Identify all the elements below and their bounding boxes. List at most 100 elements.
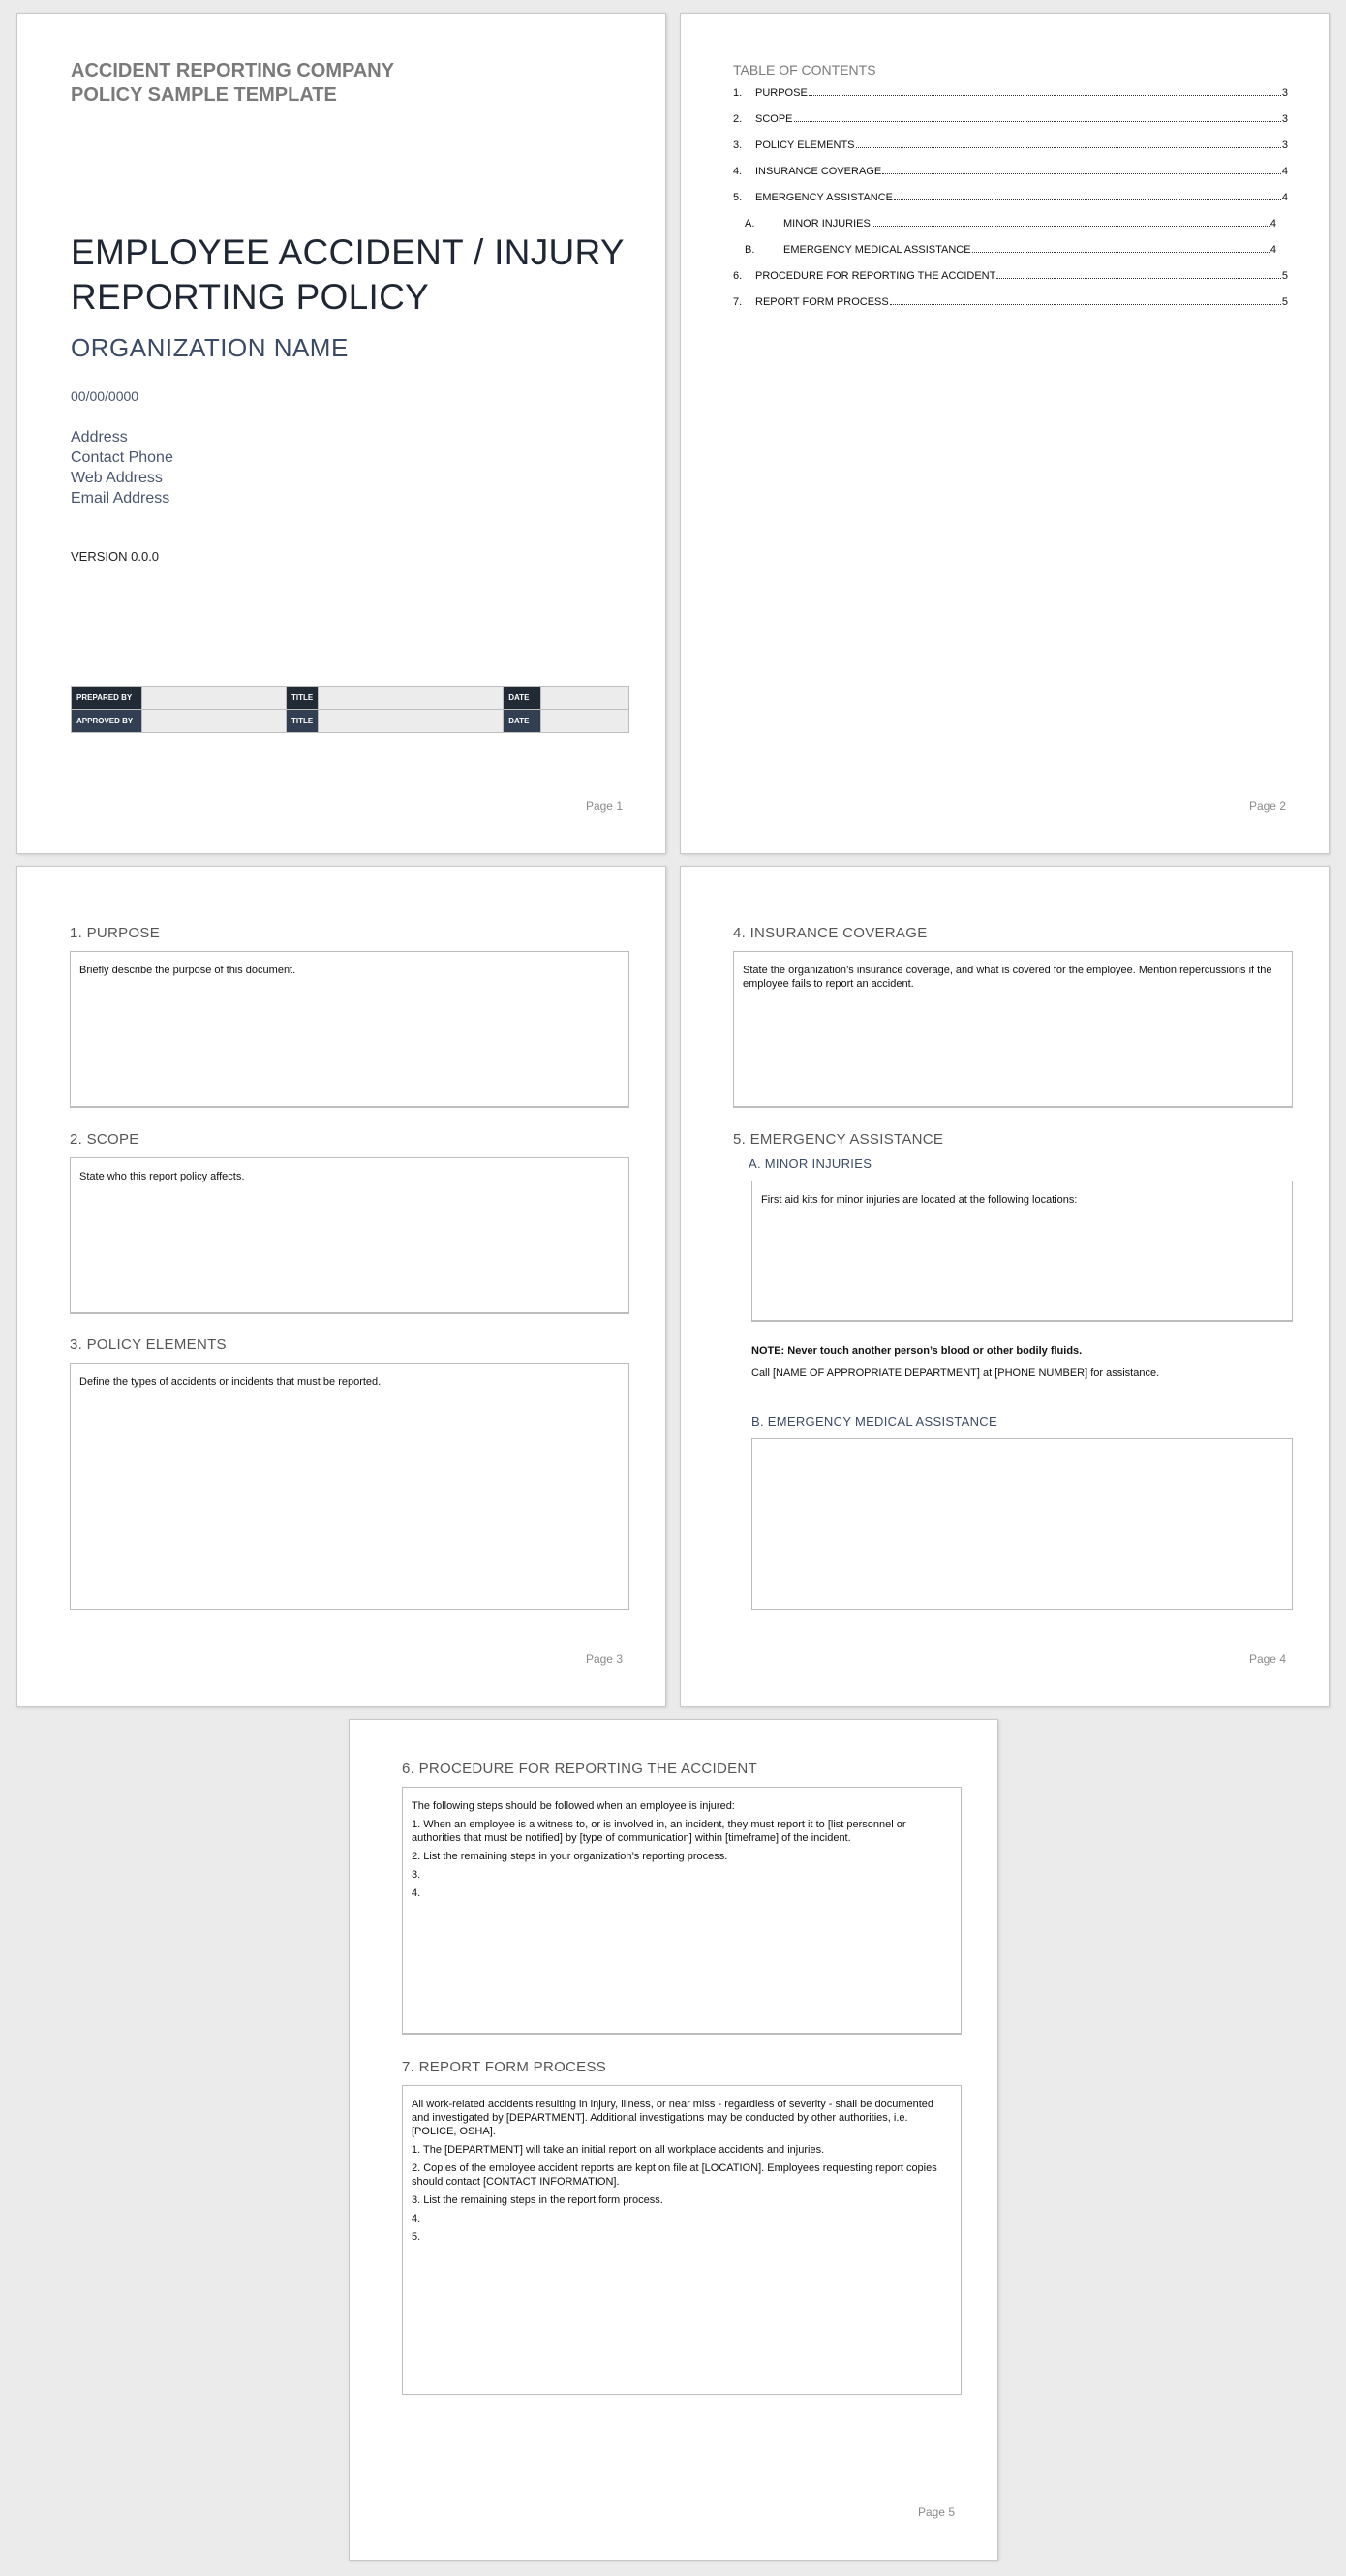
report-form-line: 3. List the remaining steps in the repor… [412, 2194, 663, 2206]
date-label: DATE [503, 709, 542, 733]
toc-entry-number: A. [745, 218, 755, 230]
toc-entry[interactable]: 4. INSURANCE COVERAGE 4 [733, 166, 1288, 192]
date-field[interactable] [540, 709, 629, 733]
page-number: Page 3 [585, 1652, 623, 1666]
title-label: TITLE [285, 709, 320, 733]
page-2-toc: TABLE OF CONTENTS 1. PURPOSE 3 2. SCOPE 3 3. PO… [680, 13, 1330, 854]
toc-entry-page: 4 [1281, 166, 1288, 177]
toc-entry[interactable]: A. MINOR INJURIES 4 [733, 218, 1276, 244]
toc-entry[interactable]: 1. PURPOSE 3 [733, 87, 1288, 113]
toc-entry-number: 5. [733, 192, 743, 203]
toc-entry[interactable]: 6. PROCEDURE FOR REPORTING THE ACCIDENT 5 [733, 270, 1288, 296]
page-3: 1. PURPOSE Briefly describe the purpose … [16, 866, 666, 1707]
page-number: Page 1 [585, 799, 623, 813]
table-row: APPROVED BY TITLE DATE [71, 709, 629, 733]
contact-info: Address Contact Phone Web Address Email … [71, 427, 173, 508]
prepared-by-label: PREPARED BY [71, 686, 142, 710]
section-heading-scope: 2. SCOPE [70, 1131, 139, 1148]
minor-injuries-textbox[interactable]: First aid kits for minor injuries are lo… [751, 1181, 1293, 1322]
report-form-textbox[interactable]: All work-related accidents resulting in … [402, 2085, 962, 2395]
section-heading-insurance: 4. INSURANCE COVERAGE [733, 925, 928, 941]
web-address: Web Address [71, 470, 163, 486]
procedure-line: 2. List the remaining steps in your orga… [412, 1851, 728, 1862]
emergency-medical-textbox[interactable] [751, 1438, 1293, 1610]
purpose-textbox[interactable]: Briefly describe the purpose of this doc… [70, 951, 629, 1108]
document-title-line-2: REPORTING POLICY [71, 277, 430, 317]
toc-entry-number: 6. [733, 270, 743, 282]
insurance-text: State the organization’s insurance cover… [743, 965, 1272, 990]
toc-entry[interactable]: 5. EMERGENCY ASSISTANCE 4 [733, 192, 1288, 218]
template-title-line-2: POLICY SAMPLE TEMPLATE [71, 84, 337, 106]
toc-entry-page: 3 [1281, 87, 1288, 99]
template-title: ACCIDENT REPORTING COMPANY POLICY SAMPLE… [71, 59, 394, 107]
section-heading-procedure: 6. PROCEDURE FOR REPORTING THE ACCIDENT [402, 1761, 758, 1777]
scope-text: State who this report policy affects. [79, 1171, 245, 1182]
section-heading-purpose: 1. PURPOSE [70, 925, 161, 941]
signature-table: PREPARED BY TITLE DATE APPROVED BY TITLE… [71, 686, 629, 733]
template-title-line-1: ACCIDENT REPORTING COMPANY [71, 60, 395, 81]
report-form-line: All work-related accidents resulting in … [412, 2099, 934, 2137]
subheading-minor-injuries: A. MINOR INJURIES [749, 1156, 872, 1171]
toc-entry-number: 2. [733, 113, 743, 125]
minor-injuries-text: First aid kits for minor injuries are lo… [761, 1194, 1078, 1206]
page-number: Page 2 [1248, 799, 1286, 813]
procedure-line: The following steps should be followed w… [412, 1800, 735, 1812]
toc-entry-page: 3 [1281, 139, 1288, 151]
section-heading-policy-elements: 3. POLICY ELEMENTS [70, 1336, 227, 1353]
toc-entry[interactable]: B. EMERGENCY MEDICAL ASSISTANCE 4 [733, 244, 1276, 270]
organization-name: ORGANIZATION NAME [71, 333, 349, 362]
title-field[interactable] [318, 686, 505, 710]
toc-entry-number: 4. [733, 166, 743, 177]
policy-elements-text: Define the types of accidents or inciden… [79, 1376, 382, 1388]
report-form-line: 1. The [DEPARTMENT] will take an initial… [412, 2144, 825, 2156]
email-address: Email Address [71, 490, 170, 506]
procedure-line: 1. When an employee is a witness to, or … [412, 1819, 906, 1844]
report-form-line: 4. [412, 2213, 421, 2224]
date-field[interactable] [540, 686, 629, 710]
page-number: Page 4 [1248, 1652, 1286, 1666]
policy-elements-textbox[interactable]: Define the types of accidents or inciden… [70, 1363, 629, 1610]
date-label: DATE [503, 686, 542, 710]
toc-entry-page: 5 [1281, 296, 1288, 308]
contact-phone: Contact Phone [71, 449, 173, 466]
toc-entry[interactable]: 2. SCOPE 3 [733, 113, 1288, 139]
procedure-textbox[interactable]: The following steps should be followed w… [402, 1787, 962, 2035]
toc-entry-label: PROCEDURE FOR REPORTING THE ACCIDENT [755, 270, 996, 282]
toc-entry-label: INSURANCE COVERAGE [755, 166, 882, 177]
toc-leader-dots [871, 226, 1270, 227]
toc-leader-dots [855, 147, 1281, 148]
insurance-textbox[interactable]: State the organization’s insurance cover… [733, 951, 1293, 1108]
page-5: 6. PROCEDURE FOR REPORTING THE ACCIDENT … [349, 1719, 998, 2561]
title-field[interactable] [318, 709, 505, 733]
toc-entry-label: PURPOSE [755, 87, 808, 99]
approved-by-label: APPROVED BY [71, 709, 142, 733]
toc-leader-dots [996, 278, 1281, 279]
version: VERSION 0.0.0 [71, 549, 160, 564]
toc-leader-dots [889, 304, 1281, 305]
toc-entry[interactable]: 7. REPORT FORM PROCESS 5 [733, 296, 1288, 322]
toc-entry-number: 3. [733, 139, 743, 151]
report-form-line: 2. Copies of the employee accident repor… [412, 2162, 937, 2188]
scope-textbox[interactable]: State who this report policy affects. [70, 1157, 629, 1314]
toc-entry-page: 5 [1281, 270, 1288, 282]
table-of-contents: 1. PURPOSE 3 2. SCOPE 3 3. POLICY ELEMENTS 3 4. IN… [733, 87, 1288, 322]
section-heading-report-form: 7. REPORT FORM PROCESS [402, 2059, 607, 2075]
toc-entry[interactable]: 3. POLICY ELEMENTS 3 [733, 139, 1288, 166]
title-label: TITLE [285, 686, 320, 710]
section-heading-emergency: 5. EMERGENCY ASSISTANCE [733, 1131, 944, 1148]
toc-entry-number: B. [745, 244, 755, 256]
toc-entry-label: MINOR INJURIES [783, 218, 871, 230]
toc-title: TABLE OF CONTENTS [733, 62, 876, 77]
toc-entry-page: 4 [1270, 244, 1276, 256]
toc-leader-dots [894, 199, 1281, 200]
toc-entry-number: 7. [733, 296, 743, 308]
prepared-by-field[interactable] [141, 686, 287, 710]
document-title: EMPLOYEE ACCIDENT / INJURY REPORTING POL… [71, 230, 625, 320]
toc-leader-dots [971, 252, 1270, 253]
toc-leader-dots [882, 173, 1281, 174]
toc-entry-label: EMERGENCY ASSISTANCE [755, 192, 894, 203]
approved-by-field[interactable] [141, 709, 287, 733]
safety-note: NOTE: Never touch another person’s blood… [751, 1345, 1083, 1357]
toc-leader-dots [793, 121, 1281, 122]
page-1-cover: ACCIDENT REPORTING COMPANY POLICY SAMPLE… [16, 13, 666, 854]
